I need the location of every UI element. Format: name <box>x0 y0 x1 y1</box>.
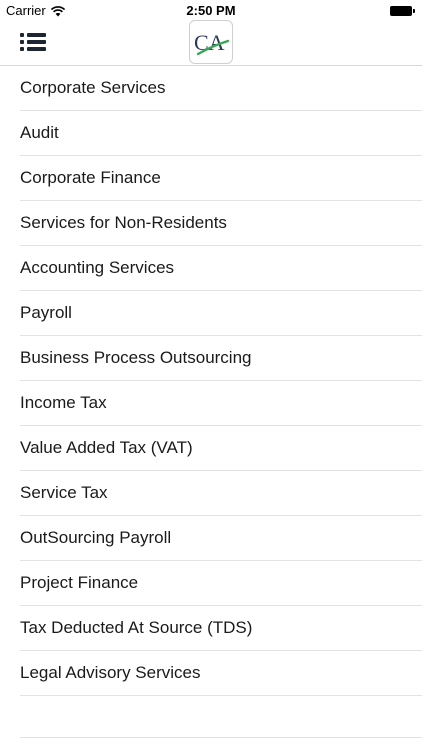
list-item-label: Services for Non-Residents <box>20 213 227 232</box>
list-item-label: Audit <box>20 123 59 142</box>
list-item-label: Business Process Outsourcing <box>20 348 252 367</box>
list-item[interactable]: Payroll <box>20 291 422 336</box>
battery-icon <box>390 5 416 16</box>
list-item-label: Project Finance <box>20 573 139 592</box>
list-item-label: Service Tax <box>20 483 108 502</box>
menu-button[interactable] <box>18 30 48 54</box>
list-item-label: Corporate Services <box>20 78 166 97</box>
list-item-label: Corporate Finance <box>20 168 161 187</box>
list-item-label: Tax Deducted At Source (TDS) <box>20 618 253 637</box>
list-item[interactable]: Accounting Services <box>20 246 422 291</box>
list-item[interactable]: Legal Advisory Services <box>20 651 422 696</box>
bottom-divider <box>20 737 422 738</box>
list-item[interactable]: Corporate Finance <box>20 156 422 201</box>
list-item[interactable]: Business Process Outsourcing <box>20 336 422 381</box>
ca-logo: CA <box>189 20 233 64</box>
list-menu-icon <box>20 33 46 51</box>
status-time: 2:50 PM <box>186 3 236 18</box>
list-item[interactable]: Tax Deducted At Source (TDS) <box>20 606 422 651</box>
navigation-bar: CA <box>0 20 422 66</box>
list-item-label: Payroll <box>20 303 72 322</box>
status-bar: Carrier 2:50 PM <box>0 0 422 22</box>
list-item[interactable]: Corporate Services <box>20 66 422 111</box>
list-item[interactable]: Value Added Tax (VAT) <box>20 426 422 471</box>
list-item-label: Income Tax <box>20 393 107 412</box>
list-item-label: Value Added Tax (VAT) <box>20 438 193 457</box>
list-item[interactable]: Services for Non-Residents <box>20 201 422 246</box>
list-item-label: Accounting Services <box>20 258 175 277</box>
list-item-label: Legal Advisory Services <box>20 663 201 682</box>
list-item[interactable]: Income Tax <box>20 381 422 426</box>
list-item-label: OutSourcing Payroll <box>20 528 172 547</box>
list-item[interactable]: Project Finance <box>20 561 422 606</box>
list-item[interactable]: Service Tax <box>20 471 422 516</box>
list-item[interactable]: Audit <box>20 111 422 156</box>
service-list: Corporate Services Audit Corporate Finance… <box>0 66 422 696</box>
list-item[interactable]: OutSourcing Payroll <box>20 516 422 561</box>
